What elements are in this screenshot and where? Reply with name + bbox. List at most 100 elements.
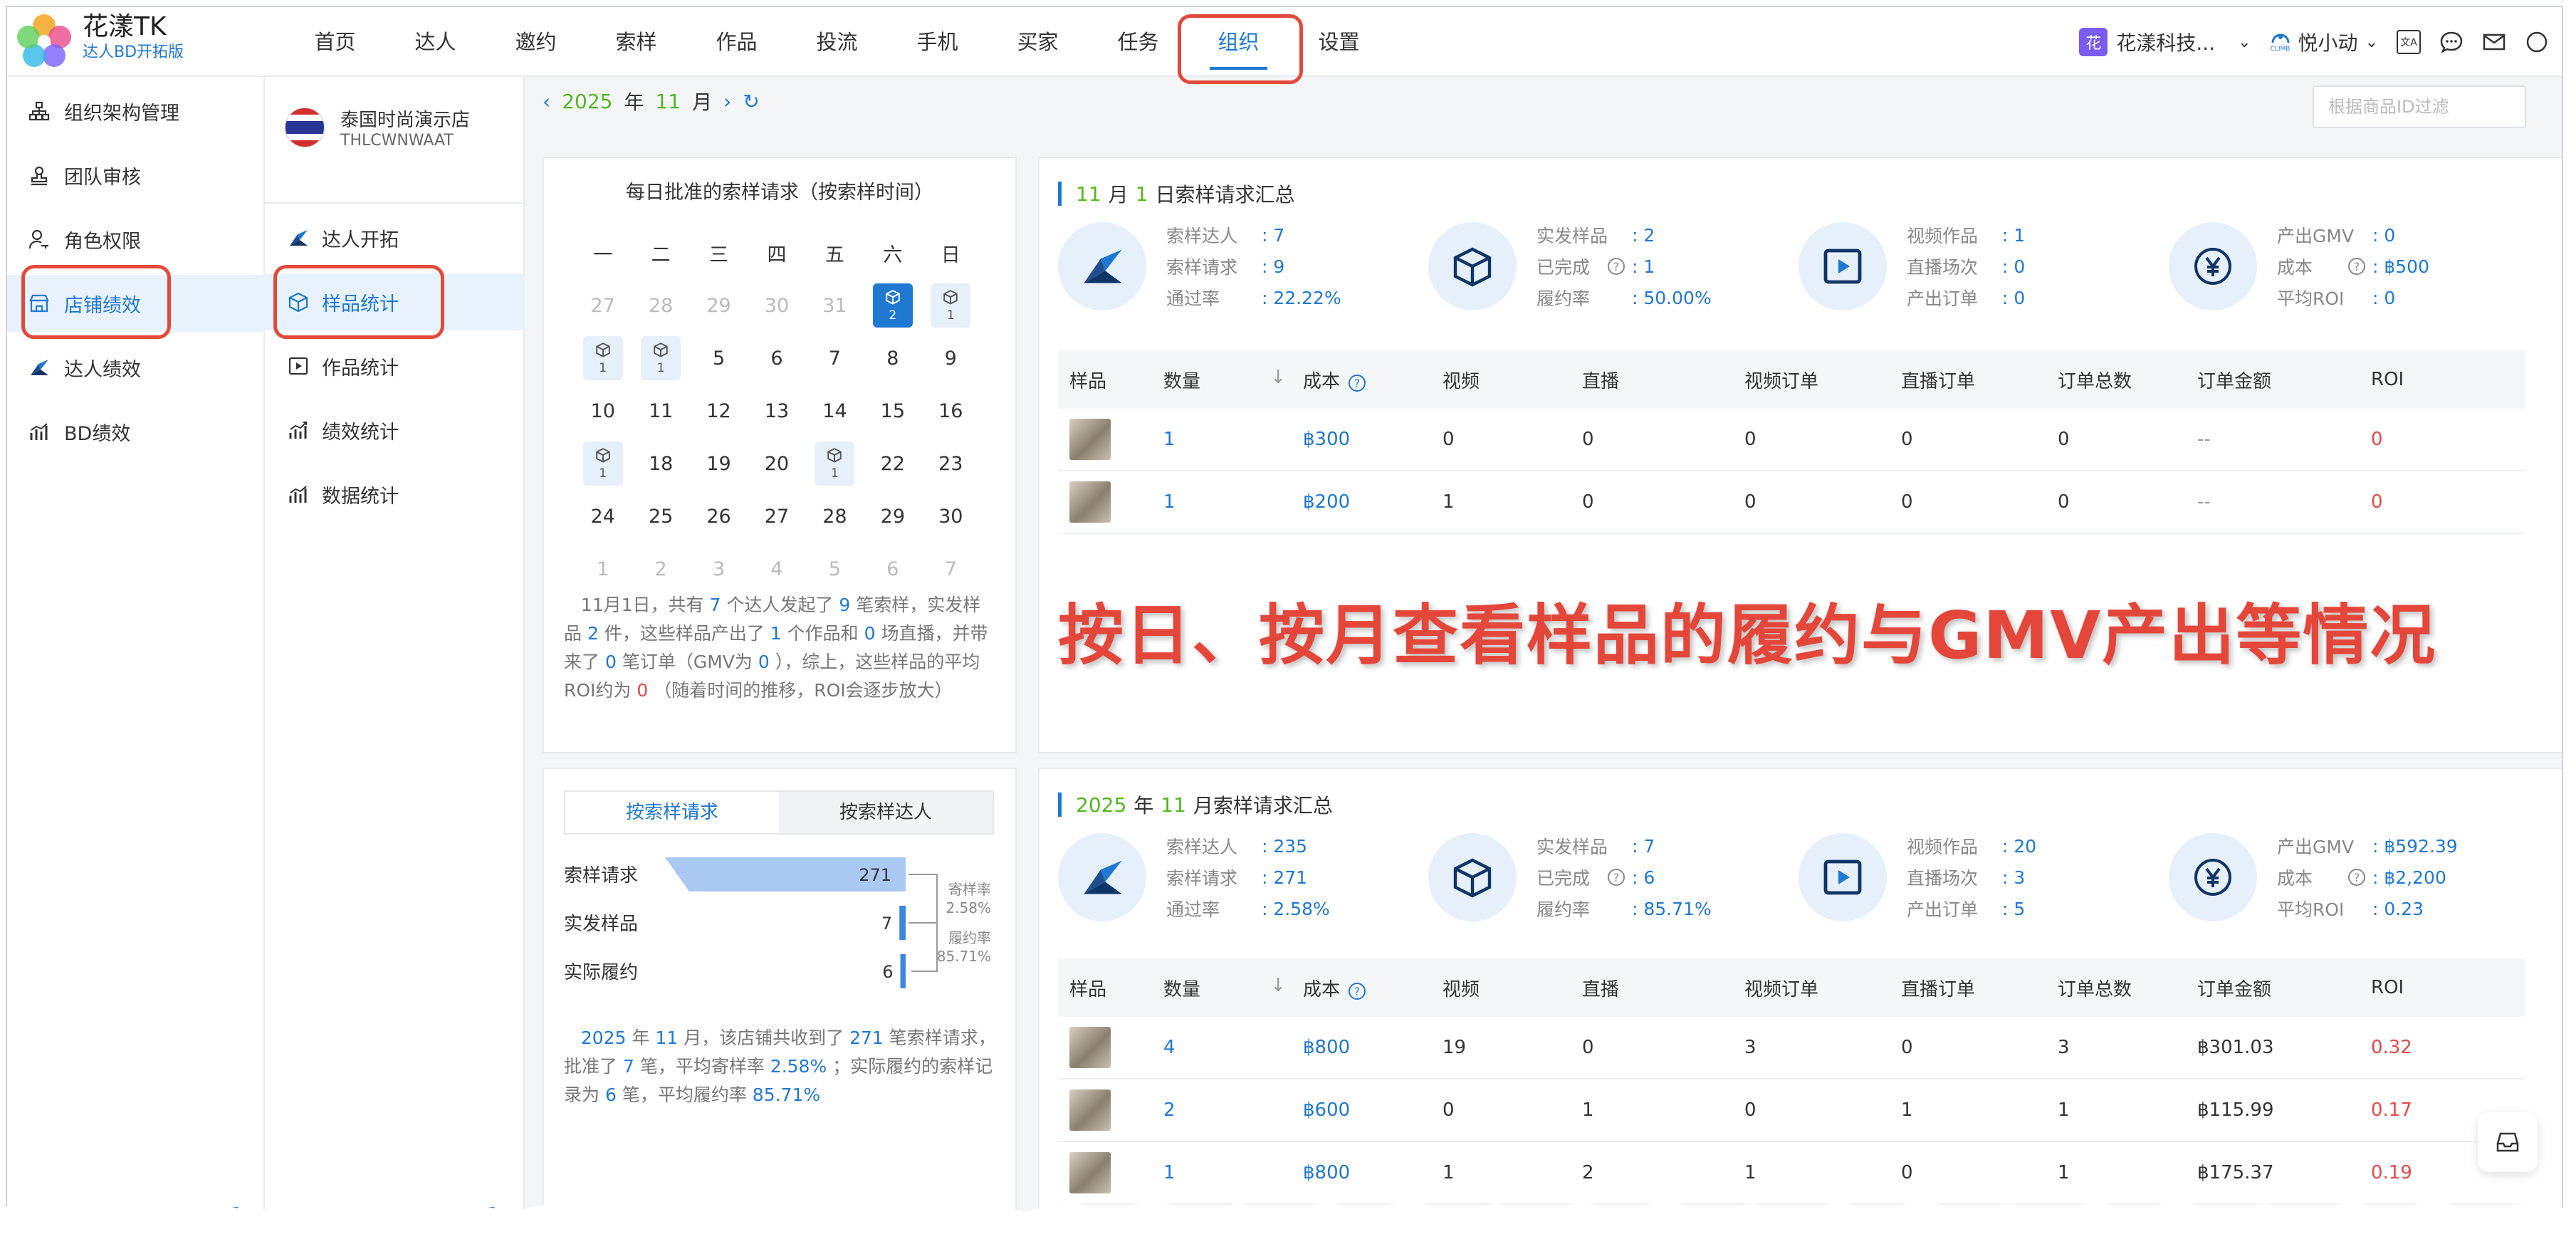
table-cell[interactable]: ฿200 (1303, 491, 1443, 513)
calendar-day[interactable]: 14 (806, 400, 864, 422)
calendar-day[interactable]: 3 (690, 558, 748, 580)
calendar-day-marker[interactable]: 1 (582, 336, 623, 380)
calendar-day[interactable]: 31 (806, 295, 864, 317)
table-cell[interactable]: 1 (1163, 491, 1303, 513)
calendar-day[interactable]: 1 (922, 283, 980, 328)
table-cell[interactable]: ฿800 (1303, 1162, 1443, 1183)
calendar-day[interactable]: 7 (806, 347, 864, 370)
nav-item-买家[interactable]: 买家 (988, 7, 1088, 77)
calendar-day[interactable]: 30 (748, 295, 805, 317)
calendar-day[interactable]: 20 (748, 453, 805, 475)
sidebar-item[interactable]: 角色权限 (7, 211, 265, 268)
calendar-day-marker[interactable]: 1 (815, 441, 855, 486)
calendar-day[interactable]: 22 (864, 453, 921, 475)
calendar-day[interactable]: 27 (748, 506, 805, 528)
calendar-day[interactable]: 2 (864, 283, 921, 328)
next-month-icon[interactable]: › (723, 90, 731, 113)
subnav-item[interactable]: 作品统计 (265, 338, 525, 394)
calendar-day[interactable]: 4 (748, 558, 805, 580)
nav-item-设置[interactable]: 设置 (1289, 7, 1389, 77)
chat-icon[interactable] (2439, 30, 2464, 54)
sort-down-icon[interactable]: ↓ (1270, 975, 1286, 996)
calendar-day[interactable]: 13 (748, 400, 805, 422)
nav-item-作品[interactable]: 作品 (686, 7, 787, 77)
calendar-day[interactable]: 5 (690, 347, 748, 370)
translate-icon[interactable]: 文A (2397, 30, 2421, 54)
sort-down-icon[interactable]: ↓ (1270, 367, 1286, 388)
nav-item-首页[interactable]: 首页 (285, 7, 385, 77)
calendar-day[interactable]: 19 (690, 453, 748, 475)
funnel-tab[interactable]: 按索样请求 (565, 792, 779, 833)
calendar-day[interactable]: 12 (690, 400, 748, 422)
table-cell[interactable]: 4 (1163, 1037, 1303, 1058)
subnav-item[interactable]: 数据统计 (265, 466, 525, 523)
sidebar-item[interactable]: BD绩效 (7, 403, 265, 460)
prev-month-icon[interactable]: ‹ (543, 90, 550, 113)
subnav-item[interactable]: 绩效统计 (265, 402, 525, 459)
calendar-day[interactable]: 2 (632, 558, 689, 580)
help-icon[interactable]: ? (2348, 869, 2365, 886)
table-cell[interactable]: 1 (1163, 429, 1303, 450)
calendar-day-marker[interactable]: 1 (931, 283, 971, 328)
product-thumbnail[interactable] (1069, 481, 1111, 523)
calendar-day[interactable]: 30 (922, 506, 980, 528)
table-cell[interactable]: 1 (1163, 1162, 1303, 1183)
calendar-day[interactable]: 5 (806, 558, 864, 580)
calendar-day[interactable]: 26 (690, 506, 748, 528)
product-thumbnail[interactable] (1069, 1152, 1111, 1193)
calendar-day[interactable]: 6 (864, 558, 921, 580)
sidebar-item[interactable]: 组织架构管理 (7, 83, 265, 140)
calendar-day[interactable]: 10 (574, 400, 632, 422)
calendar-day[interactable]: 1 (574, 336, 632, 380)
calendar-day[interactable]: 29 (690, 295, 748, 317)
table-cell[interactable]: ฿300 (1303, 429, 1443, 450)
help-icon[interactable]: ? (2348, 258, 2365, 275)
nav-item-任务[interactable]: 任务 (1088, 7, 1188, 77)
funnel-tab[interactable]: 按索样达人 (779, 792, 993, 833)
user-menu[interactable]: CLIMB 悦小动 ⌄ (2270, 28, 2378, 56)
calendar-day[interactable]: 8 (864, 347, 921, 370)
calendar-day[interactable]: 11 (632, 400, 689, 422)
table-cell[interactable]: ฿800 (1303, 1037, 1443, 1058)
calendar-day-marker[interactable]: 1 (641, 336, 681, 380)
calendar-day[interactable]: 9 (922, 347, 980, 370)
nav-item-索样[interactable]: 索样 (586, 7, 686, 77)
subnav-item[interactable]: 达人开拓 (265, 209, 525, 266)
nav-item-手机[interactable]: 手机 (887, 7, 988, 77)
product-id-filter-input[interactable]: 根据商品ID过滤 (2313, 85, 2526, 128)
help-icon[interactable]: ? (1349, 375, 1366, 392)
help-icon[interactable]: ? (1608, 258, 1625, 275)
calendar-day[interactable]: 7 (922, 558, 980, 580)
product-thumbnail[interactable] (1069, 1027, 1111, 1068)
calendar-day[interactable]: 28 (632, 295, 689, 317)
org-switcher[interactable]: 花 花漾科技... ⌄ (2079, 28, 2251, 56)
calendar-day[interactable]: 1 (574, 441, 632, 486)
calendar-day-marker[interactable]: 1 (582, 441, 623, 486)
help-icon[interactable]: ? (1608, 869, 1625, 886)
calendar-day[interactable]: 18 (632, 453, 689, 475)
calendar-day[interactable]: 27 (574, 295, 632, 317)
calendar-day[interactable]: 1 (806, 441, 864, 486)
table-cell[interactable]: 2 (1163, 1099, 1303, 1121)
nav-item-投流[interactable]: 投流 (787, 7, 887, 77)
calendar-day[interactable]: 15 (864, 400, 921, 422)
calendar-day[interactable]: 1 (574, 558, 632, 580)
nav-item-邀约[interactable]: 邀约 (486, 7, 586, 77)
calendar-day[interactable]: 23 (922, 453, 980, 475)
calendar-day[interactable]: 6 (748, 347, 805, 370)
sidebar-item[interactable]: 团队审核 (7, 147, 265, 204)
calendar-day[interactable]: 24 (574, 506, 632, 528)
help-icon[interactable]: ? (1349, 983, 1366, 1000)
calendar-day[interactable]: 1 (632, 336, 689, 380)
help-chat-icon[interactable] (2525, 30, 2549, 54)
product-thumbnail[interactable] (1069, 1089, 1111, 1131)
table-cell[interactable]: ฿600 (1303, 1099, 1443, 1121)
calendar-day[interactable]: 16 (922, 400, 980, 422)
refresh-icon[interactable]: ↻ (743, 90, 759, 113)
calendar-day[interactable]: 28 (806, 506, 864, 528)
inbox-float-button[interactable] (2478, 1112, 2538, 1172)
sidebar-item[interactable]: 达人绩效 (7, 339, 265, 396)
calendar-day[interactable]: 25 (632, 506, 689, 528)
nav-item-达人[interactable]: 达人 (385, 7, 486, 77)
calendar-day[interactable]: 29 (864, 506, 921, 528)
